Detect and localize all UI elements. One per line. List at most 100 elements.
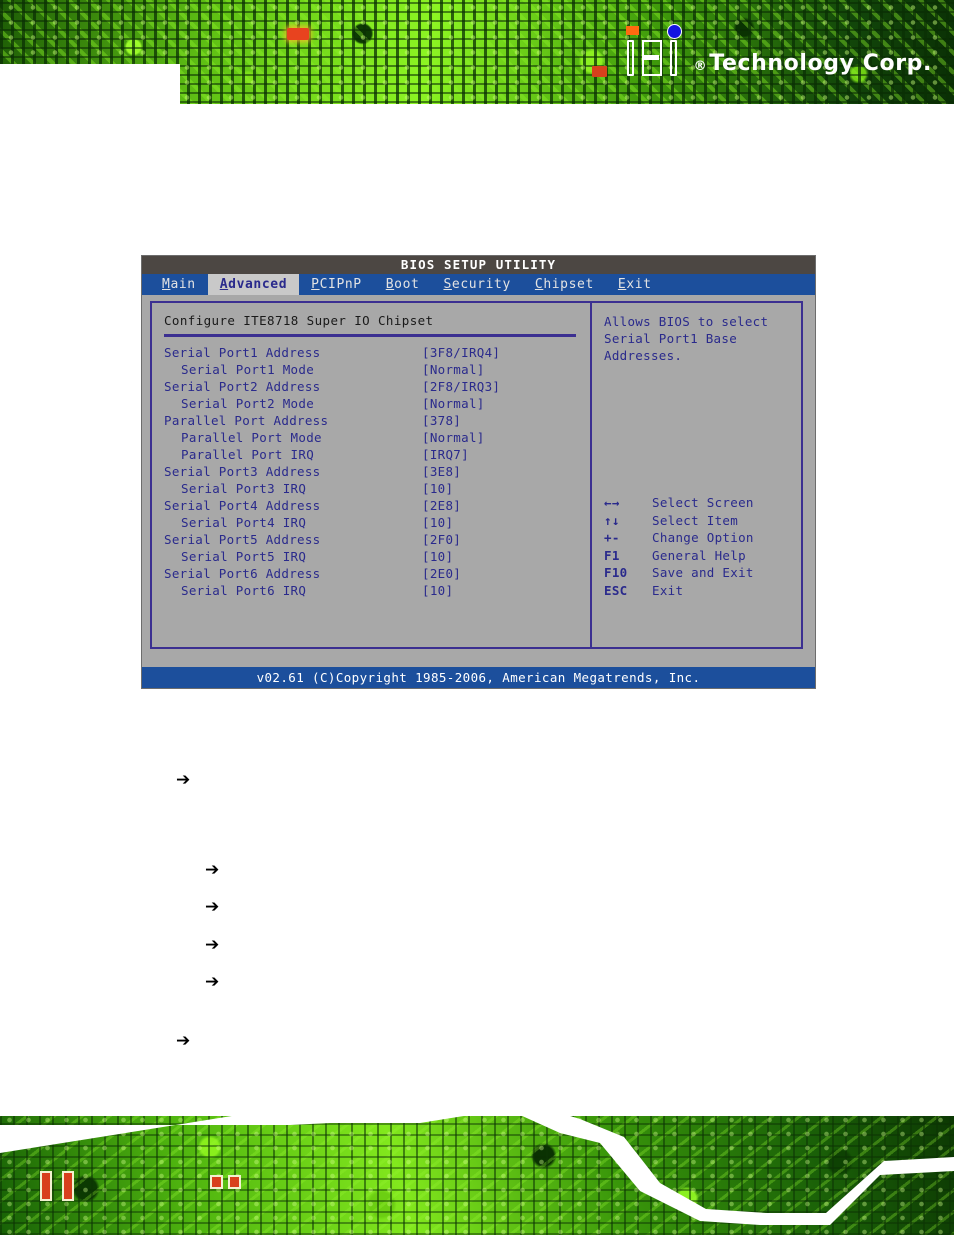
bios-key-name: +- [604, 530, 620, 545]
bios-option-value[interactable]: [IRQ7] [422, 446, 469, 463]
bios-key-legend-row: +- Change Option [604, 529, 801, 547]
bios-section-divider [164, 334, 576, 337]
bios-section-heading: Configure ITE8718 Super IO Chipset [164, 313, 434, 328]
bios-help-text: Allows BIOS to select Serial Port1 Base … [604, 314, 769, 363]
bios-option-row[interactable]: Serial Port6 IRQ [10] [164, 582, 590, 599]
bios-option-row[interactable]: Parallel Port Mode [Normal] [164, 429, 590, 446]
bios-footer-spacer [142, 657, 815, 667]
bios-option-list: Serial Port1 Address [3F8/IRQ4] Serial Por… [164, 344, 590, 599]
bios-option-label: Serial Port6 IRQ [181, 583, 307, 598]
bullet-arrow-icon: ➔ [205, 935, 220, 955]
footer-white-ribbon [0, 1113, 954, 1225]
bios-option-value[interactable]: [3E8] [422, 463, 461, 480]
logo-wordmark: ® Technology Corp. [694, 51, 932, 78]
bios-option-label: Serial Port1 Mode [181, 362, 315, 377]
footer-top-edge [0, 1113, 954, 1116]
bios-option-value[interactable]: [10] [422, 514, 453, 531]
bios-option-label: Parallel Port Address [164, 413, 329, 428]
bios-option-label: Serial Port3 IRQ [181, 481, 307, 496]
logo-letter-e-crossbar [641, 55, 659, 60]
logo-letter-i [626, 40, 634, 76]
bios-key-description: Select Screen [652, 495, 754, 510]
bios-option-row[interactable]: Serial Port5 IRQ [10] [164, 548, 590, 565]
bios-help-panel: Allows BIOS to select Serial Port1 Base … [591, 301, 803, 649]
page-header-band: ® Technology Corp. [0, 0, 954, 112]
bios-key-legend-row: F1 General Help [604, 547, 801, 565]
bios-option-label: Parallel Port IRQ [181, 447, 315, 462]
bios-option-value[interactable]: [2F8/IRQ3] [422, 378, 500, 395]
bios-setup-utility-screen: BIOS SETUP UTILITY Main Advanced PCIPnP Boo… [141, 255, 816, 689]
bios-option-value[interactable]: [2E8] [422, 497, 461, 514]
bios-key-description: General Help [652, 547, 746, 563]
bios-option-label: Serial Port1 Address [164, 345, 321, 360]
bios-tab-boot[interactable]: Boot [374, 274, 432, 295]
bios-option-row[interactable]: Serial Port3 Address [3E8] [164, 463, 590, 480]
header-red-component [287, 28, 309, 40]
registered-trademark-icon: ® [693, 59, 708, 74]
bullet-arrow-icon: ➔ [205, 972, 220, 992]
bios-option-value[interactable]: [Normal] [422, 429, 485, 446]
bios-key-legend-row: ←→ Select Screen [604, 494, 801, 512]
bios-option-row[interactable]: Serial Port4 Address [2E8] [164, 497, 590, 514]
bios-option-row[interactable]: Serial Port1 Mode [Normal] [164, 361, 590, 378]
bios-option-label: Serial Port4 Address [164, 498, 321, 513]
bios-key-description: Select Item [652, 512, 739, 528]
bios-option-label: Serial Port2 Mode [181, 396, 315, 411]
logo-company-name: Technology Corp. [709, 51, 932, 76]
bios-tab-security[interactable]: Security [431, 274, 522, 295]
bios-option-label: Serial Port5 IRQ [181, 549, 307, 564]
bios-option-row[interactable]: Parallel Port IRQ [IRQ7] [164, 446, 590, 463]
bios-key-description: Change Option [652, 530, 754, 545]
logo-orange-square-icon [625, 26, 639, 35]
bios-key-name: ↑↓ [604, 512, 620, 528]
bullet-arrow-icon: ➔ [205, 897, 220, 917]
bios-option-row[interactable]: Serial Port5 Address [2F0] [164, 531, 590, 548]
bios-option-row[interactable]: Serial Port6 Address [2E0] [164, 565, 590, 582]
bios-tab-exit[interactable]: Exit [606, 274, 664, 295]
bios-key-name: F10 [604, 565, 628, 580]
bios-settings-panel: Configure ITE8718 Super IO Chipset Seria… [150, 301, 591, 649]
bullet-arrow-icon: ➔ [176, 1031, 191, 1051]
bios-option-value[interactable]: [2F0] [422, 531, 461, 548]
iei-logo-mark-icon [625, 24, 687, 78]
bios-option-value[interactable]: [10] [422, 480, 453, 497]
page-footer-band [0, 1113, 954, 1235]
header-bottom-edge [0, 104, 954, 112]
bullet-arrow-icon: ➔ [205, 860, 220, 880]
bios-tab-advanced[interactable]: Advanced [207, 274, 300, 295]
bios-menu-tab-bar[interactable]: Main Advanced PCIPnP Boot Security Chipset Exi… [142, 274, 815, 295]
bios-key-name: ←→ [604, 495, 620, 510]
bios-tab-chipset[interactable]: Chipset [523, 274, 606, 295]
bios-option-row[interactable]: Parallel Port Address [378] [164, 412, 590, 429]
bios-option-value[interactable]: [378] [422, 412, 461, 429]
bios-option-value[interactable]: [Normal] [422, 395, 485, 412]
bios-content-area: Configure ITE8718 Super IO Chipset Seria… [142, 295, 815, 657]
bios-option-label: Serial Port5 Address [164, 532, 321, 547]
bios-key-description: Save and Exit [652, 565, 754, 580]
bios-option-label: Serial Port3 Address [164, 464, 321, 479]
bios-option-row[interactable]: Serial Port1 Address [3F8/IRQ4] [164, 344, 590, 361]
bios-option-row[interactable]: Serial Port3 IRQ [10] [164, 480, 590, 497]
bios-option-value[interactable]: [Normal] [422, 361, 485, 378]
bios-option-label: Serial Port6 Address [164, 566, 321, 581]
bios-option-value[interactable]: [10] [422, 548, 453, 565]
bios-option-label: Parallel Port Mode [181, 430, 322, 445]
bios-key-name: F1 [604, 547, 620, 563]
bios-option-value[interactable]: [10] [422, 582, 453, 599]
bios-option-value[interactable]: [2E0] [422, 565, 461, 582]
bios-title-bar: BIOS SETUP UTILITY [142, 256, 815, 274]
bios-option-row[interactable]: Serial Port4 IRQ [10] [164, 514, 590, 531]
bios-option-value[interactable]: [3F8/IRQ4] [422, 344, 500, 361]
bios-key-legend-row: ↑↓ Select Item [604, 512, 801, 530]
logo-blue-dot-icon [666, 24, 682, 39]
bios-tab-main[interactable]: Main [150, 274, 208, 295]
bios-option-label: Serial Port4 IRQ [181, 515, 307, 530]
bullet-arrow-icon: ➔ [176, 770, 191, 790]
bios-key-name: ESC [604, 582, 628, 598]
page-root: ® Technology Corp. BIOS SETUP UTILITY Ma… [0, 0, 954, 1235]
bios-option-row[interactable]: Serial Port2 Address [2F8/IRQ3] [164, 378, 590, 395]
bios-option-row[interactable]: Serial Port2 Mode [Normal] [164, 395, 590, 412]
bios-key-legend: ←→ Select Screen ↑↓ Select Item +- Change Opt… [604, 494, 801, 599]
bios-tab-pcipnp[interactable]: PCIPnP [299, 274, 374, 295]
bios-key-legend-row: F10 Save and Exit [604, 564, 801, 582]
